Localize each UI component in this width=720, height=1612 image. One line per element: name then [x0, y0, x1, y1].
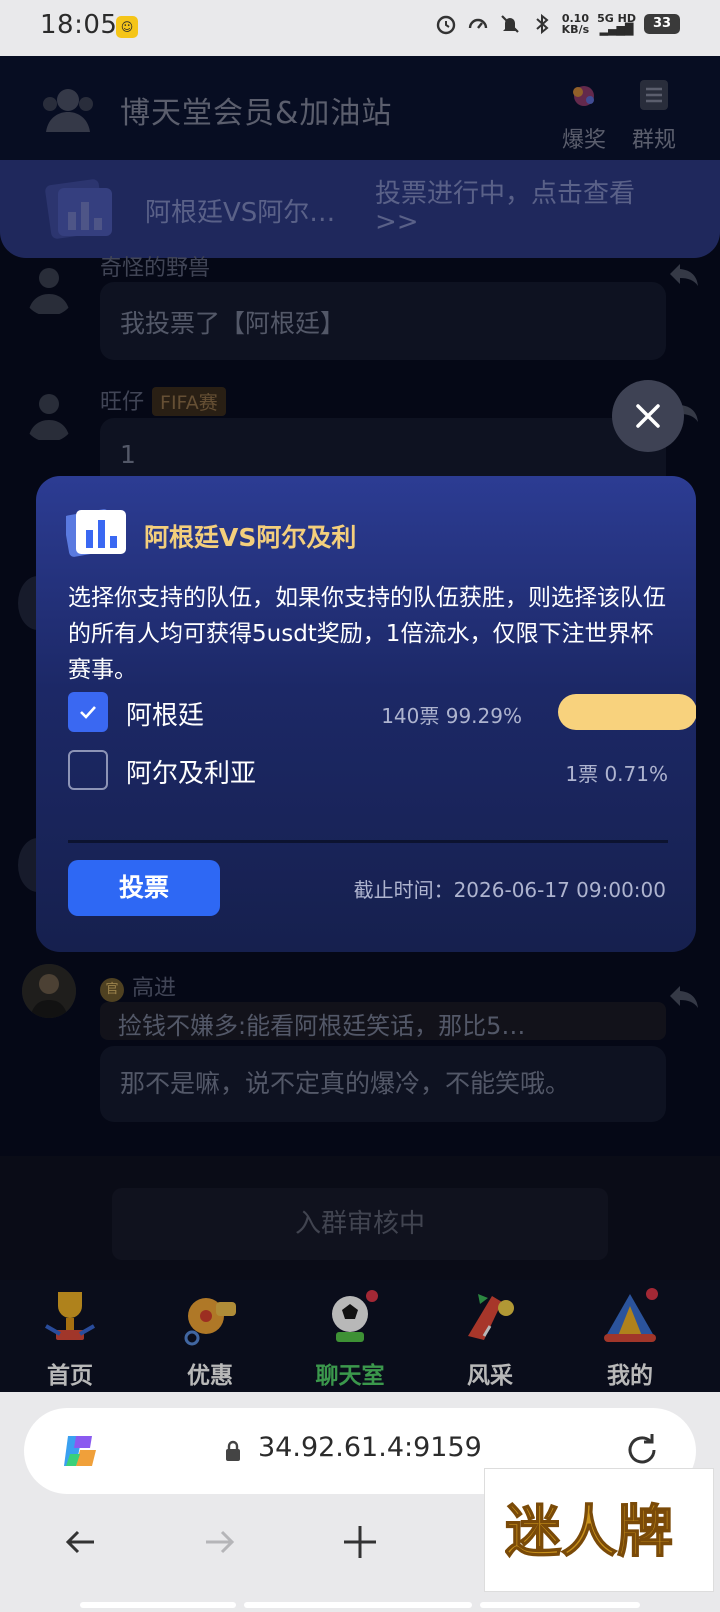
forward-arrow-icon[interactable]	[200, 1522, 240, 1562]
poll-deadline: 截止时间：2026-06-17 09:00:00	[353, 878, 666, 902]
option-label: 阿尔及利亚	[126, 759, 257, 789]
poll-option[interactable]: 阿尔及利亚 1票 0.71%	[68, 750, 668, 792]
poll-description: 选择你支持的队伍，如果你支持的队伍获胜，则选择该队伍的所有人均可获得5usdt奖…	[68, 585, 666, 683]
poll-chart-icon	[66, 509, 126, 557]
url-text: 34.92.61.4:9159	[258, 1432, 482, 1463]
mute-icon	[498, 12, 522, 36]
poll-modal: 阿根廷VS阿尔及利 选择你支持的队伍，如果你支持的队伍获胜，则选择该队伍的所有人…	[36, 476, 696, 952]
battery-icon: 33	[644, 14, 680, 34]
option-stats: 1票 0.71%	[565, 762, 668, 786]
back-arrow-icon[interactable]	[60, 1522, 100, 1562]
poll-title: 阿根廷VS阿尔及利	[144, 523, 357, 552]
close-icon	[636, 404, 660, 428]
speed-icon	[466, 12, 490, 36]
checkbox-checked[interactable]	[68, 692, 108, 732]
poll-option[interactable]: 阿根廷 140票 99.29%	[68, 692, 696, 734]
watermark-logo: 迷人牌	[484, 1468, 714, 1592]
signal-icon: 5G HD ▂▄▆█	[597, 12, 636, 36]
phone-screen: 18:05 ☺ 0.10 KB/s 5G HD ▂▄▆█ 33 博天堂会员&加油站 …	[0, 0, 720, 1612]
checkbox-unchecked[interactable]	[68, 750, 108, 790]
lock-icon	[226, 1440, 240, 1461]
reload-icon[interactable]	[622, 1430, 662, 1470]
net-speed: 0.10 KB/s	[561, 12, 590, 36]
divider	[68, 840, 668, 843]
status-time: 18:05	[40, 10, 118, 40]
close-modal-button[interactable]	[612, 380, 684, 452]
vote-share-bar	[558, 694, 696, 730]
option-label: 阿根廷	[126, 701, 205, 731]
check-icon	[80, 706, 96, 719]
status-bar: 18:05 ☺ 0.10 KB/s 5G HD ▂▄▆█ 33	[0, 0, 720, 56]
bluetooth-icon	[530, 12, 554, 36]
app-notification-icon: ☺	[116, 16, 138, 38]
copilot-logo-icon	[64, 1436, 96, 1466]
vote-button[interactable]: 投票	[68, 860, 220, 916]
gesture-bar	[480, 1602, 640, 1608]
gesture-bar	[80, 1602, 236, 1608]
alarm-icon	[434, 12, 458, 36]
new-tab-icon[interactable]	[340, 1522, 380, 1562]
option-stats: 140票 99.29%	[381, 704, 522, 728]
gesture-bar	[244, 1602, 472, 1608]
watermark-text: 迷人牌	[505, 1500, 673, 1565]
watermark-logo-image: 迷人牌	[505, 1499, 674, 1566]
